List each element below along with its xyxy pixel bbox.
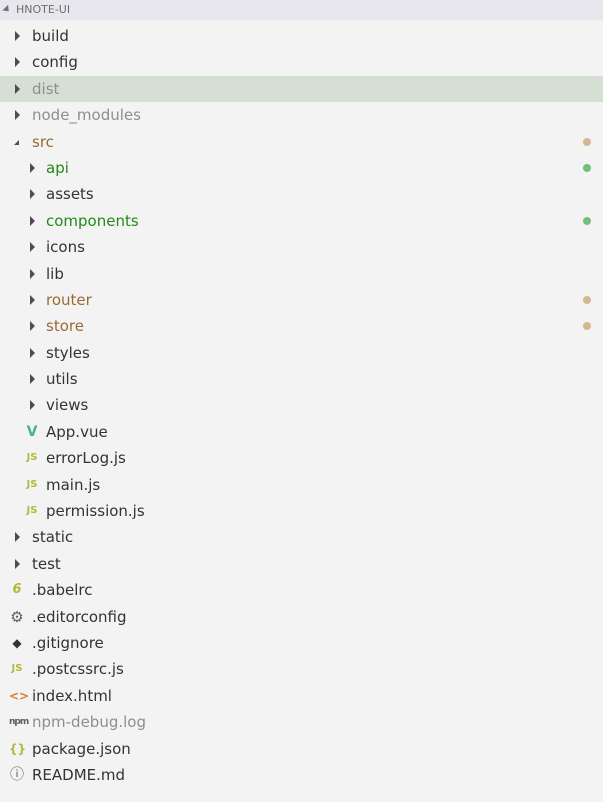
folder-item-api[interactable]: api	[0, 155, 603, 181]
folder-item-store[interactable]: store	[0, 313, 603, 339]
item-label: build	[32, 27, 69, 45]
js-icon: JS	[26, 505, 38, 517]
folder-item-router[interactable]: router	[0, 287, 603, 313]
html-icon: <>	[9, 688, 30, 703]
chevron-right-icon[interactable]	[30, 347, 35, 358]
file-item-npm-debug-log[interactable]: npm npm-debug.log	[0, 709, 603, 735]
chevron-right-icon[interactable]	[30, 215, 35, 226]
file-item-editorconfig[interactable]: ⚙ .editorconfig	[0, 604, 603, 630]
project-title: HNOTE-UI	[16, 3, 71, 16]
item-label: .postcssrc.js	[32, 660, 124, 679]
file-item-readme-md[interactable]: ⓘ README.md	[0, 762, 603, 788]
chevron-right-icon[interactable]	[30, 400, 35, 411]
item-label: views	[46, 396, 89, 415]
npm-icon: npm	[9, 717, 29, 728]
item-label: components	[46, 211, 139, 230]
item-label: lib	[46, 264, 64, 283]
folder-item-assets[interactable]: assets	[0, 181, 603, 207]
item-label: package.json	[32, 739, 131, 758]
folder-item-lib[interactable]: lib	[0, 261, 603, 287]
file-tree: build config dist node_modulessrc api assets c…	[0, 20, 603, 788]
info-icon: ⓘ	[10, 766, 24, 783]
chevron-right-icon[interactable]	[15, 532, 20, 543]
item-label: main.js	[46, 475, 101, 494]
js-icon: JS	[11, 663, 23, 675]
js-icon: JS	[26, 478, 38, 490]
folder-item-src[interactable]: src	[0, 129, 603, 155]
item-label: router	[46, 290, 92, 309]
chevron-down-icon	[2, 4, 12, 15]
item-label: .editorconfig	[32, 607, 127, 626]
item-label: store	[46, 317, 84, 336]
folder-item-build[interactable]: build	[0, 23, 603, 49]
json-icon: {}	[9, 741, 27, 756]
item-label: .babelrc	[32, 581, 93, 600]
file-item-index-html[interactable]: <> index.html	[0, 683, 603, 709]
item-label: .gitignore	[32, 633, 104, 652]
folder-item-views[interactable]: views	[0, 392, 603, 418]
item-label: api	[46, 158, 69, 177]
folder-item-styles[interactable]: styles	[0, 340, 603, 366]
item-label: utils	[46, 370, 78, 389]
folder-item-components[interactable]: components	[0, 208, 603, 234]
item-label: styles	[46, 343, 90, 362]
folder-item-dist[interactable]: dist	[0, 75, 603, 103]
gear-icon: ⚙	[10, 607, 24, 626]
file-item-postcssrc-js[interactable]: JS .postcssrc.js	[0, 656, 603, 682]
folder-item-static[interactable]: static	[0, 524, 603, 550]
chevron-right-icon[interactable]	[30, 189, 35, 200]
chevron-right-icon[interactable]	[30, 162, 35, 173]
chevron-right-icon[interactable]	[30, 321, 35, 332]
item-label: config	[32, 53, 78, 72]
item-label: test	[32, 554, 61, 573]
folder-item-utils[interactable]: utils	[0, 366, 603, 392]
item-label: src	[32, 132, 54, 151]
untracked-status-dot	[583, 163, 591, 172]
file-item-main-js[interactable]: JS main.js	[0, 472, 603, 498]
file-item-app-vue[interactable]: V App.vue	[0, 419, 603, 445]
chevron-right-icon[interactable]	[30, 242, 35, 253]
js-icon: JS	[26, 452, 38, 464]
item-label: index.html	[32, 686, 112, 705]
chevron-right-icon[interactable]	[15, 57, 20, 68]
chevron-right-icon[interactable]	[15, 31, 20, 41]
item-label: App.vue	[46, 422, 108, 441]
modified-status-dot	[583, 322, 591, 331]
vue-icon: V	[26, 423, 38, 440]
item-label: node_modules	[32, 106, 141, 125]
folder-item-config[interactable]: config	[0, 49, 603, 75]
chevron-right-icon[interactable]	[15, 83, 20, 94]
item-label: dist	[32, 79, 60, 98]
modified-status-dot	[583, 295, 591, 304]
modified-status-dot	[583, 137, 591, 146]
item-label: icons	[46, 238, 85, 257]
chevron-right-icon[interactable]	[30, 294, 35, 305]
file-item-errorlog-js[interactable]: JS errorLog.js	[0, 445, 603, 471]
folder-item-node-modules[interactable]: node_modules	[0, 102, 603, 128]
git-icon: ◆	[12, 635, 22, 650]
folder-item-test[interactable]: test	[0, 551, 603, 577]
untracked-status-dot	[583, 216, 591, 225]
item-label: static	[32, 528, 74, 547]
chevron-down-icon[interactable]	[14, 139, 19, 145]
chevron-right-icon[interactable]	[15, 558, 20, 569]
folder-item-icons[interactable]: icons	[0, 234, 603, 260]
file-item-package-json[interactable]: {} package.json	[0, 736, 603, 762]
chevron-right-icon[interactable]	[30, 268, 35, 279]
item-label: npm-debug.log	[32, 713, 146, 732]
file-item-permission-js[interactable]: JS permission.js	[0, 498, 603, 524]
item-label: README.md	[32, 765, 126, 784]
explorer-section-header[interactable]: HNOTE-UI	[0, 0, 603, 20]
item-label: errorLog.js	[46, 449, 126, 468]
babel-icon: 6	[12, 582, 22, 598]
file-item-babelrc[interactable]: 6 .babelrc	[0, 577, 603, 603]
chevron-right-icon[interactable]	[15, 110, 20, 121]
file-item-gitignore[interactable]: ◆ .gitignore	[0, 630, 603, 656]
item-label: permission.js	[46, 502, 145, 521]
item-label: assets	[46, 185, 94, 204]
chevron-right-icon[interactable]	[30, 374, 35, 385]
